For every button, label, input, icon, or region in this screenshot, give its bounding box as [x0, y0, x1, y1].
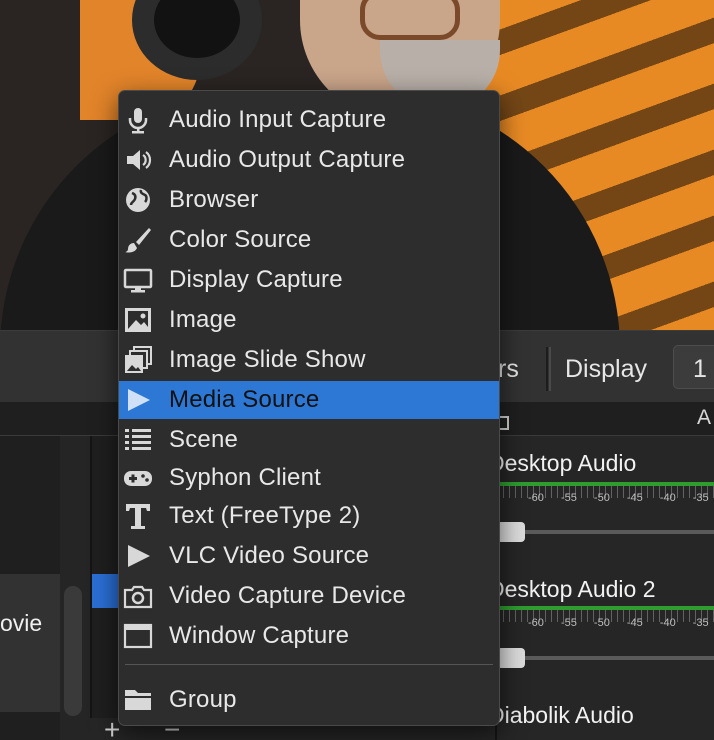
- menu-item-audio-input-capture[interactable]: Audio Input Capture: [119, 101, 499, 139]
- volume-slider[interactable]: [497, 530, 714, 534]
- scenes-list[interactable]: [0, 436, 60, 740]
- tab-filters[interactable]: rs: [498, 355, 519, 384]
- window-icon: [123, 621, 153, 651]
- mixer-channel-name: Desktop Audio 2: [488, 576, 656, 602]
- volume-slider-handle[interactable]: [497, 648, 525, 668]
- play-icon: [123, 385, 153, 415]
- tab-display[interactable]: Display: [565, 355, 647, 384]
- image-icon: [123, 305, 153, 335]
- menu-item-image[interactable]: Image: [119, 301, 499, 339]
- menu-item-group[interactable]: Group: [119, 681, 499, 719]
- menu-separator: [125, 664, 493, 665]
- menu-item-scene[interactable]: Scene: [119, 421, 499, 459]
- volume-slider[interactable]: [497, 656, 714, 660]
- text-icon: [123, 501, 153, 531]
- menu-item-window-capture[interactable]: Window Capture: [119, 617, 499, 655]
- menu-item-color-source[interactable]: Color Source: [119, 221, 499, 259]
- menu-item-video-capture-device[interactable]: Video Capture Device: [119, 577, 499, 615]
- scenes-scrollbar[interactable]: [64, 586, 82, 716]
- list-icon: [123, 425, 153, 455]
- mixer-header-label: A: [697, 406, 712, 429]
- scenes-panel: [0, 436, 90, 740]
- add-source-menu: Audio Input Capture Audio Output Capture…: [118, 90, 500, 726]
- monitor-icon: [123, 265, 153, 295]
- menu-item-image-slide-show[interactable]: Image Slide Show: [119, 341, 499, 379]
- play-icon: [123, 541, 153, 571]
- zoom-value: 1: [693, 355, 707, 383]
- camera-icon: [123, 581, 153, 611]
- globe-icon: [123, 185, 153, 215]
- scene-selected-row[interactable]: [0, 574, 60, 712]
- menu-item-text-freetype[interactable]: Text (FreeType 2): [119, 497, 499, 535]
- mixer-channel-name: Diabolik Audio: [488, 702, 634, 728]
- menu-item-syphon-client[interactable]: Syphon Client: [119, 459, 499, 497]
- slideshow-icon: [123, 345, 153, 375]
- tab-separator: [546, 347, 551, 391]
- volume-slider-handle[interactable]: [497, 522, 525, 542]
- scene-name: ovie: [0, 610, 43, 636]
- folder-icon: [123, 685, 153, 715]
- menu-item-browser[interactable]: Browser: [119, 181, 499, 219]
- menu-item-audio-output-capture[interactable]: Audio Output Capture: [119, 141, 499, 179]
- menu-item-media-source[interactable]: Media Source: [119, 381, 499, 419]
- meter-scale: -60 -55 -50 -45 -40 -35: [528, 617, 709, 629]
- gamepad-icon: [123, 463, 153, 493]
- speaker-icon: [123, 145, 153, 175]
- brush-icon: [123, 225, 153, 255]
- mixer-channel-name: Desktop Audio: [488, 450, 637, 476]
- menu-item-vlc-video-source[interactable]: VLC Video Source: [119, 537, 499, 575]
- microphone-icon: [123, 105, 153, 135]
- menu-item-display-capture[interactable]: Display Capture: [119, 261, 499, 299]
- meter-scale: -60 -55 -50 -45 -40 -35: [528, 492, 709, 504]
